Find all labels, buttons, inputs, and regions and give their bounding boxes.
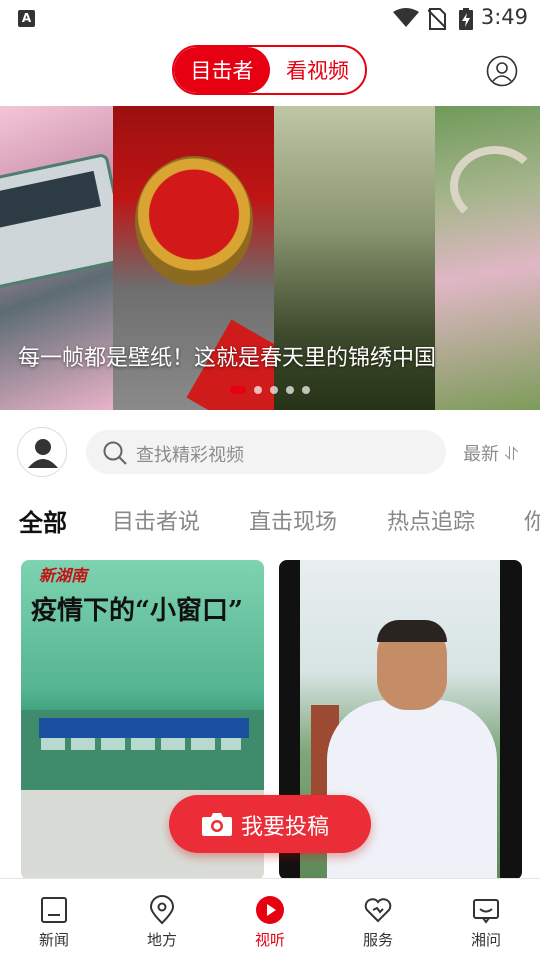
heart-icon [364, 898, 392, 923]
play-icon [256, 896, 284, 924]
nav-label: 服务 [362, 931, 393, 949]
message-icon [473, 899, 499, 924]
source-logo: 新湖南 [39, 566, 88, 585]
wifi-icon [393, 8, 419, 27]
carousel-dot[interactable] [230, 386, 246, 394]
bottom-nav: 新闻 地方 视听 服务 湘问 [0, 878, 540, 960]
person-icon [28, 439, 58, 468]
sort-button[interactable]: 最新 ⥯ [463, 440, 518, 466]
nav-label: 地方 [146, 931, 177, 949]
nav-item-local[interactable]: 地方 [108, 879, 216, 961]
tab-hot-tracking[interactable]: 热点追踪 [387, 504, 475, 536]
user-circle-icon[interactable] [486, 55, 518, 87]
carousel-dot[interactable] [286, 386, 294, 394]
banner-image-aerial [435, 106, 540, 410]
segmented-control: 目击者 看视频 [172, 45, 367, 95]
nav-label: 视听 [254, 931, 285, 949]
notification-icon: A [18, 10, 35, 27]
status-bar: A 3:49 [0, 0, 540, 36]
nav-item-xiangwen[interactable]: 湘问 [432, 879, 540, 961]
camera-icon [202, 813, 232, 836]
tab-eyewitness[interactable]: 目击者 [174, 47, 270, 93]
carousel-dot[interactable] [302, 386, 310, 394]
carousel-dot[interactable] [270, 386, 278, 394]
banner-title: 每一帧都是壁纸！这就是春天里的锦绣中国 [18, 346, 437, 371]
tab-eyewitness-says[interactable]: 目击者说 [112, 504, 200, 536]
no-sim-icon [428, 8, 446, 30]
avatar[interactable] [17, 427, 67, 477]
carousel-dots [230, 386, 310, 394]
banner-carousel[interactable]: 每一帧都是壁纸！这就是春天里的锦绣中国 [0, 106, 540, 410]
card-headline: 疫情下的“小窗口” [31, 596, 243, 626]
news-icon [41, 897, 67, 923]
battery-charging-icon [459, 8, 473, 30]
carousel-dot[interactable] [254, 386, 262, 394]
search-placeholder: 查找精彩视频 [136, 445, 244, 466]
nav-label: 新闻 [38, 931, 69, 949]
clock: 3:49 [480, 5, 528, 29]
tab-all[interactable]: 全部 [19, 504, 67, 538]
tab-more[interactable]: 你 [524, 504, 540, 536]
tab-live-scene[interactable]: 直击现场 [249, 504, 337, 536]
tab-watch-video[interactable]: 看视频 [270, 47, 365, 93]
submit-video-label: 我要投稿 [241, 815, 330, 840]
nav-label: 湘问 [470, 931, 501, 949]
nav-item-service[interactable]: 服务 [324, 879, 432, 961]
submit-video-button[interactable]: 我要投稿 [169, 795, 371, 853]
nav-item-news[interactable]: 新闻 [0, 879, 108, 961]
location-pin-icon [149, 895, 175, 925]
nav-item-audiovisual[interactable]: 视听 [216, 879, 324, 961]
category-tabs: 全部 目击者说 直击现场 热点追踪 你 [0, 504, 540, 548]
search-input[interactable]: 查找精彩视频 [86, 430, 446, 474]
search-icon [103, 441, 127, 465]
